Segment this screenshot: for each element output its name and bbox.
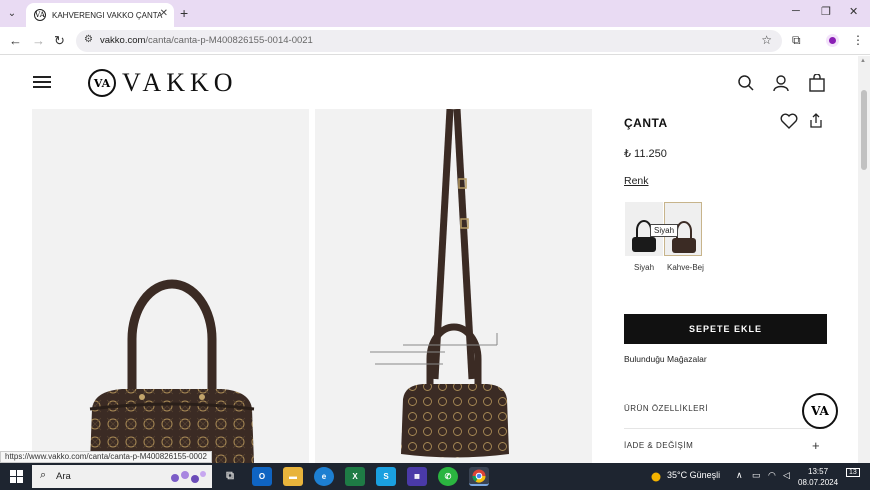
- scroll-up-icon[interactable]: ▲: [860, 58, 866, 64]
- swatch-label-kahve-bej: Kahve-Bej: [667, 263, 704, 272]
- logo-wordmark: VAKKO: [122, 68, 238, 97]
- taskbar-search-text: Ara: [56, 471, 71, 482]
- product-price: ₺ 11.250: [624, 148, 667, 160]
- file-explorer-icon[interactable]: ▬: [283, 467, 303, 486]
- account-icon[interactable]: [772, 74, 790, 92]
- product-title: ÇANTA: [624, 116, 668, 130]
- excel-icon[interactable]: X: [345, 467, 365, 486]
- logo-monogram: VA: [88, 69, 116, 97]
- tab-search-icon[interactable]: ⌄: [4, 5, 20, 21]
- chrome-icon[interactable]: [469, 467, 489, 486]
- accordion-divider: [624, 428, 827, 429]
- product-image-strap[interactable]: [315, 108, 592, 463]
- battery-icon[interactable]: ▭: [752, 470, 761, 481]
- expand-plus-icon[interactable]: +: [812, 438, 820, 453]
- menu-kebab-icon[interactable]: ⋮: [852, 33, 864, 47]
- favorite-heart-icon[interactable]: [780, 113, 798, 129]
- wifi-icon[interactable]: ◠: [768, 470, 776, 481]
- search-icon: ⌕: [40, 469, 47, 481]
- page-scrollbar[interactable]: ▲: [858, 56, 870, 463]
- chrome-logo-icon: [472, 469, 486, 482]
- system-clock[interactable]: 13:57 08.07.2024: [798, 466, 838, 488]
- profile-avatar-icon[interactable]: [826, 34, 839, 47]
- swatch-label-siyah: Siyah: [634, 263, 655, 272]
- handbag-strap-image: [370, 108, 509, 458]
- cart-bag-icon[interactable]: [808, 74, 826, 92]
- site-info-icon[interactable]: ⚙: [84, 34, 93, 45]
- reload-icon[interactable]: ↻: [54, 33, 65, 49]
- search-highlight-flowers-icon: [171, 471, 206, 483]
- weather-sun-icon: [651, 472, 661, 482]
- web-page: VA VAKKO ÇANTA ₺ 11.250 Renk Siyah Siyah…: [0, 56, 858, 463]
- minimize-icon[interactable]: ─: [792, 5, 800, 17]
- edge-icon[interactable]: e: [314, 467, 334, 486]
- back-icon[interactable]: ←: [9, 33, 22, 48]
- notification-center-icon[interactable]: 13: [846, 468, 860, 477]
- url-text[interactable]: vakko.com/canta/canta-p-M400826155-0014-…: [100, 35, 313, 46]
- scrollbar-thumb[interactable]: [861, 90, 867, 170]
- forward-icon[interactable]: →: [32, 33, 45, 48]
- share-icon[interactable]: [809, 113, 823, 129]
- restore-icon[interactable]: ❐: [821, 5, 831, 18]
- whatsapp-icon[interactable]: ✆: [438, 467, 458, 486]
- skype-icon[interactable]: S: [376, 467, 396, 486]
- notification-count: 13: [849, 469, 857, 476]
- new-tab-icon[interactable]: +: [180, 5, 188, 21]
- color-tooltip: Siyah: [650, 224, 679, 237]
- vakko-logo[interactable]: VA VAKKO: [88, 68, 238, 98]
- close-tab-icon[interactable]: ✕: [160, 8, 168, 19]
- volume-icon[interactable]: ◁: [783, 470, 790, 481]
- color-label[interactable]: Renk: [624, 175, 649, 187]
- task-view-icon[interactable]: ⧉: [220, 467, 240, 486]
- close-window-icon[interactable]: ✕: [849, 5, 858, 18]
- product-image-front[interactable]: [32, 109, 309, 463]
- windows-taskbar: ⌕ Ara ⧉ O ▬ e X S ▦ ✆ 35°C Güneşli ∧ ▭ ◠…: [0, 463, 870, 490]
- vakko-favicon-icon: VA: [34, 9, 46, 21]
- search-icon[interactable]: [737, 74, 755, 92]
- handbag-front-image: [89, 279, 255, 463]
- accordion-product-features[interactable]: ÜRÜN ÖZELLİKLERİ: [624, 404, 708, 413]
- hamburger-menu-icon[interactable]: [33, 76, 51, 88]
- clock-date: 08.07.2024: [798, 478, 839, 487]
- accordion-returns[interactable]: İADE & DEĞİŞİM: [624, 441, 693, 450]
- link-status-bubble: https://www.vakko.com/canta/canta-p-M400…: [0, 451, 212, 463]
- add-to-cart-button[interactable]: SEPETE EKLE: [624, 314, 827, 344]
- taskbar-search[interactable]: ⌕ Ara: [32, 465, 212, 488]
- store-availability-link[interactable]: Bulunduğu Mağazalar: [624, 354, 707, 364]
- chat-widget-icon[interactable]: VA: [802, 393, 838, 429]
- toolbar: ← → ↻ ⚙ vakko.com/canta/canta-p-M4008261…: [0, 27, 870, 55]
- address-bar[interactable]: ⚙ vakko.com/canta/canta-p-M400826155-001…: [76, 30, 782, 52]
- active-tab[interactable]: VA KAHVERENGI VAKKO ÇANTA ✕: [26, 3, 174, 27]
- outlook-icon[interactable]: O: [252, 467, 272, 486]
- tab-title: KAHVERENGI VAKKO ÇANTA: [52, 10, 163, 20]
- extensions-icon[interactable]: ⧉: [792, 33, 801, 48]
- tray-chevron-icon[interactable]: ∧: [736, 470, 743, 481]
- tab-strip: ⌄ VA KAHVERENGI VAKKO ÇANTA ✕ + ─ ❐ ✕: [0, 0, 870, 27]
- bookmark-star-icon[interactable]: ☆: [761, 33, 772, 47]
- clock-time: 13:57: [808, 467, 829, 476]
- app-icon[interactable]: ▦: [407, 467, 427, 486]
- windows-start-icon[interactable]: [10, 470, 23, 483]
- weather-text[interactable]: 35°C Güneşli: [667, 470, 720, 480]
